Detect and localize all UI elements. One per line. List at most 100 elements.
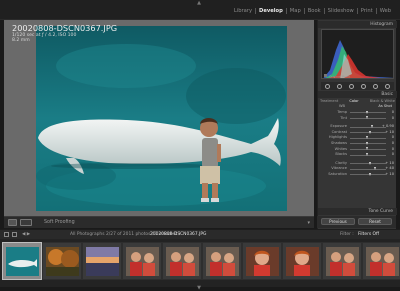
- adjustment-brush-icon[interactable]: [385, 83, 391, 89]
- toolbar-menu-icon[interactable]: ▾: [307, 220, 310, 226]
- soft-proofing-checkbox[interactable]: Soft Proofing: [44, 220, 75, 225]
- filmstrip-thumbnail[interactable]: [82, 242, 122, 280]
- collapse-top-panel-icon[interactable]: ▲: [196, 1, 202, 6]
- slider-thumb[interactable]: [368, 172, 371, 176]
- slider-track[interactable]: [350, 147, 386, 151]
- slider-track[interactable]: [350, 167, 386, 171]
- slider-value[interactable]: 0: [392, 135, 394, 140]
- collapse-filmstrip-icon[interactable]: ▼: [196, 286, 202, 291]
- before-after-button[interactable]: [20, 219, 32, 226]
- slider-track[interactable]: [350, 136, 386, 140]
- histogram-header[interactable]: Histogram: [318, 21, 397, 28]
- tab-treatment[interactable]: Treatment: [320, 99, 338, 103]
- slider-thumb[interactable]: [366, 141, 369, 145]
- slider-value[interactable]: 0: [392, 110, 394, 115]
- tab-color[interactable]: Color: [349, 99, 358, 103]
- previous-button[interactable]: Previous: [321, 218, 355, 225]
- module-slideshow[interactable]: Slideshow: [325, 8, 358, 14]
- thumbnail-image: [366, 247, 399, 276]
- slider-value[interactable]: + 10: [385, 161, 394, 166]
- slider-label: Tint: [340, 115, 347, 120]
- thumbnail-image: [86, 247, 119, 276]
- slider-track[interactable]: [350, 172, 386, 176]
- wb-select[interactable]: As Shot: [378, 104, 392, 108]
- module-book[interactable]: Book: [305, 8, 325, 14]
- filter-select[interactable]: Filters Off: [358, 232, 379, 238]
- graduated-filter-icon[interactable]: [361, 83, 367, 89]
- slider-thumb[interactable]: [368, 130, 371, 134]
- crop-tool-icon[interactable]: [324, 83, 330, 89]
- right-panel: Histogram Original Photo Basic Treatment…: [317, 20, 397, 229]
- filmstrip-thumbnail[interactable]: [242, 242, 282, 280]
- slider-track[interactable]: [350, 130, 386, 134]
- slider-label: Exposure: [330, 124, 347, 129]
- slider-thumb[interactable]: [366, 147, 369, 151]
- slider-thumb[interactable]: [366, 153, 369, 157]
- module-library[interactable]: Library: [231, 8, 257, 14]
- slider-value[interactable]: 0: [392, 152, 394, 157]
- reset-button[interactable]: Reset: [358, 218, 392, 225]
- module-web[interactable]: Web: [377, 8, 394, 14]
- slider-track[interactable]: [350, 116, 386, 120]
- thumbnail-image: [6, 247, 39, 276]
- slider-value[interactable]: 0: [392, 147, 394, 152]
- slider-track[interactable]: [350, 153, 386, 157]
- filmstrip-thumbnail[interactable]: [42, 242, 82, 280]
- slider-value[interactable]: 0: [392, 141, 394, 146]
- slider-thumb[interactable]: [370, 125, 373, 129]
- slider-thumb[interactable]: [373, 167, 376, 171]
- thumbnail-image: [286, 247, 319, 276]
- filter-label: Filter :: [340, 232, 354, 237]
- slider-value[interactable]: + 10: [385, 130, 394, 135]
- tab-black-white[interactable]: Black & White: [370, 99, 395, 103]
- slider-value[interactable]: + 10: [385, 172, 394, 177]
- loupe-view-button[interactable]: [8, 219, 17, 226]
- second-window-icon[interactable]: [4, 232, 9, 237]
- slider-value[interactable]: + 40: [385, 166, 394, 171]
- slider-row: Blacks 0: [321, 152, 394, 158]
- tone-curve-header[interactable]: Tone Curve: [318, 208, 397, 215]
- slider-thumb[interactable]: [366, 136, 369, 140]
- thumbnail-image: [166, 247, 199, 276]
- filmstrip-thumbnail[interactable]: [322, 242, 362, 280]
- spot-removal-icon[interactable]: [336, 83, 342, 89]
- develop-toolbar: Soft Proofing ▾: [4, 216, 314, 228]
- thumbnail-image: [206, 247, 239, 276]
- treatment-tabs: Treatment Color Black & White: [320, 99, 395, 103]
- slider-track[interactable]: [350, 125, 386, 129]
- slider-track[interactable]: [350, 161, 386, 165]
- radial-filter-icon[interactable]: [373, 83, 379, 89]
- filmstrip-thumbnail[interactable]: [162, 242, 202, 280]
- thumbnail-image: [46, 247, 79, 276]
- wb-label: WB: [339, 104, 346, 108]
- filmstrip-thumbnail[interactable]: [362, 242, 400, 280]
- slider-value[interactable]: + 0.90: [382, 124, 394, 129]
- slider-label: Whites: [334, 146, 347, 151]
- selected-filename: 20020808-DSCN0367.JPG: [150, 232, 207, 237]
- main-photo[interactable]: [36, 26, 287, 211]
- slider-track[interactable]: [350, 141, 386, 145]
- module-develop[interactable]: Develop: [256, 8, 287, 14]
- basic-header[interactable]: Basic: [318, 91, 397, 98]
- original-photo-label: Original Photo: [329, 75, 350, 79]
- photo-info-overlay: 20020808-DSCN0367.JPG 1/120 sec at ƒ / 4…: [12, 24, 117, 44]
- right-panel-footer: Previous Reset: [317, 216, 396, 228]
- thumbnail-image: [326, 247, 359, 276]
- slider-thumb[interactable]: [366, 110, 369, 114]
- module-map[interactable]: Map: [287, 8, 305, 14]
- red-eye-icon[interactable]: [348, 83, 354, 89]
- filmstrip-thumbnail[interactable]: [282, 242, 322, 280]
- filmstrip-thumbnail[interactable]: [202, 242, 242, 280]
- module-print[interactable]: Print: [358, 8, 377, 14]
- nav-back-icon[interactable]: ◀ ▶: [22, 232, 30, 238]
- filmstrip-thumbnail[interactable]: [122, 242, 162, 280]
- slider-thumb[interactable]: [366, 116, 369, 120]
- histogram: Original Photo: [321, 29, 394, 79]
- slider-value[interactable]: 0: [392, 116, 394, 121]
- source-label[interactable]: All Photographs: [70, 232, 105, 238]
- slider-thumb[interactable]: [368, 161, 371, 165]
- filmstrip-thumbnail[interactable]: [2, 242, 42, 280]
- slider-track[interactable]: [350, 110, 386, 114]
- grid-view-icon[interactable]: [12, 232, 17, 237]
- slider-row: Tint 0: [321, 116, 394, 122]
